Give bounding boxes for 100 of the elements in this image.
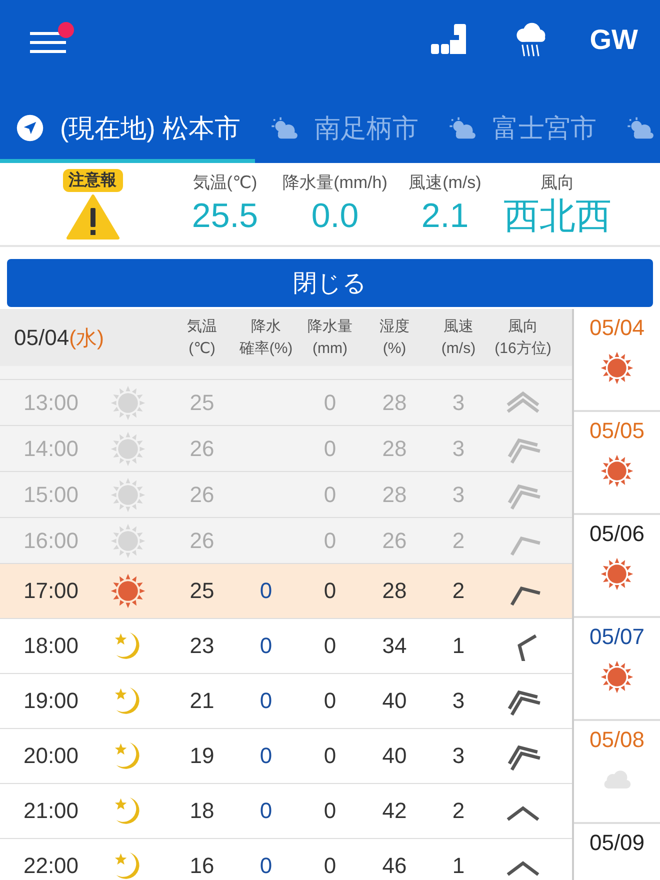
precipitation-cell-text: 0 [322, 853, 338, 879]
time-cell-text: 17:00 [22, 578, 80, 604]
column-unit: (℃) [188, 338, 216, 358]
wind-speed-cell-text: 1 [451, 633, 466, 659]
sun-icon [110, 522, 146, 558]
day-item[interactable]: 05/07 [574, 618, 660, 721]
humidity-cell-text: 46 [381, 853, 408, 879]
reading-value: 西北西 [504, 194, 612, 238]
time-cell-text: 20:00 [22, 743, 80, 769]
reading-value: 25.5 [192, 196, 258, 236]
day-item[interactable]: 05/06 [574, 515, 660, 618]
chevron-icon [506, 861, 540, 876]
precipitation-cell-text: 0 [322, 743, 338, 769]
reading-label: 気温(℃) [192, 172, 258, 194]
time-cell-text: 21:00 [22, 798, 80, 824]
precipitation-cell-text: 0 [322, 798, 338, 824]
reading-label: 風向 [540, 172, 574, 194]
time-cell-text: 14:00 [22, 436, 80, 462]
humidity-cell-text: 28 [381, 390, 408, 416]
humidity-cell-text: 34 [381, 633, 408, 659]
table-date: 05/04(水) [13, 324, 106, 352]
humidity-cell-text: 26 [381, 528, 408, 554]
humidity-cell-text: 28 [381, 482, 408, 508]
sun-icon [110, 384, 146, 420]
precipitation-cell-text: 0 [322, 633, 338, 659]
sun-icon [600, 454, 634, 488]
humidity-cell-text: 42 [381, 798, 408, 824]
wind-speed-cell-text: 3 [451, 390, 466, 416]
day-item[interactable]: 05/05 [574, 412, 660, 515]
humidity-cell-text: 40 [381, 743, 408, 769]
city-tab[interactable]: (現在地) 松本市 [0, 97, 255, 163]
day-item[interactable]: 05/04 [574, 309, 660, 412]
humidity-cell-text: 28 [381, 436, 408, 462]
wind-speed-cell-text: 3 [451, 743, 466, 769]
temperature-cell-text: 25 [188, 578, 216, 604]
temperature-cell-text: 26 [188, 482, 216, 508]
time-cell-text: 16:00 [22, 528, 80, 554]
temperature-cell-text: 23 [188, 633, 216, 659]
humidity-cell-text: 28 [381, 578, 408, 604]
temperature-cell-text: 18 [188, 798, 216, 824]
double-chevron-icon [508, 484, 540, 510]
wind-speed-cell-text: 1 [451, 853, 466, 879]
wind-speed-cell-text: 3 [451, 482, 466, 508]
temperature-cell-text: 21 [188, 688, 216, 714]
double-chevron-icon [506, 390, 540, 412]
alert-badge: 注意報 [62, 168, 122, 192]
column-unit: (16方位) [494, 338, 552, 358]
probability-cell-text: 0 [258, 798, 274, 824]
precipitation-cell-text: 0 [322, 578, 338, 604]
warning-icon [66, 194, 120, 240]
wind-speed-cell-text: 3 [451, 688, 466, 714]
precipitation-cell-text: 0 [322, 528, 338, 554]
temperature-cell-text: 19 [188, 743, 216, 769]
double-chevron-icon [508, 745, 540, 771]
precipitation-cell-text: 0 [322, 436, 338, 462]
precipitation-cell-text: 0 [322, 482, 338, 508]
temperature-cell-text: 26 [188, 436, 216, 462]
column-unit: (m/s) [441, 338, 476, 358]
sun-icon [110, 476, 146, 512]
time-cell-text: 18:00 [22, 633, 80, 659]
probability-cell-text: 0 [258, 743, 274, 769]
day-item[interactable]: 05/08 [574, 721, 660, 824]
double-chevron-icon [508, 690, 540, 716]
wind-speed-cell-text: 2 [451, 528, 466, 554]
wind-speed-cell-text: 3 [451, 436, 466, 462]
probability-cell-text: 0 [258, 853, 274, 879]
chevron-icon [510, 586, 540, 606]
column-header: 気温 [187, 316, 217, 336]
reading-label: 風速(m/s) [408, 172, 482, 194]
probability-cell-text: 0 [258, 633, 274, 659]
time-cell-text: 15:00 [22, 482, 80, 508]
temperature-cell-text: 16 [188, 853, 216, 879]
column-header: 湿度 [380, 316, 410, 336]
probability-cell-text: 0 [258, 688, 274, 714]
temperature-cell-text: 25 [188, 390, 216, 416]
gw-button[interactable]: GW [590, 24, 638, 56]
sun-icon [110, 430, 146, 466]
chevron-icon [518, 634, 537, 661]
temperature-cell-text: 26 [188, 528, 216, 554]
precipitation-cell-text: 0 [322, 390, 338, 416]
reading-value: 2.1 [421, 196, 469, 236]
reading-value: 0.0 [311, 196, 359, 236]
time-cell-text: 19:00 [22, 688, 80, 714]
probability-cell-text: 0 [258, 578, 274, 604]
time-cell-text: 13:00 [22, 390, 80, 416]
reading-label: 降水量(mm/h) [282, 172, 388, 194]
column-unit: (%) [382, 338, 406, 358]
sun-icon [110, 573, 146, 609]
chevron-icon [506, 806, 540, 821]
sun-icon [600, 557, 634, 591]
column-header: 風速 [444, 316, 474, 336]
precipitation-cell-text: 0 [322, 688, 338, 714]
close-button[interactable]: 閉じる [7, 259, 653, 307]
day-item[interactable]: 05/09 [574, 824, 660, 880]
chevron-icon [510, 536, 540, 556]
column-header: 降水 [251, 316, 281, 336]
time-cell-text: 22:00 [22, 853, 80, 879]
wind-speed-cell-text: 2 [451, 578, 466, 604]
column-unit: (mm) [312, 338, 348, 358]
double-chevron-icon [508, 438, 540, 464]
